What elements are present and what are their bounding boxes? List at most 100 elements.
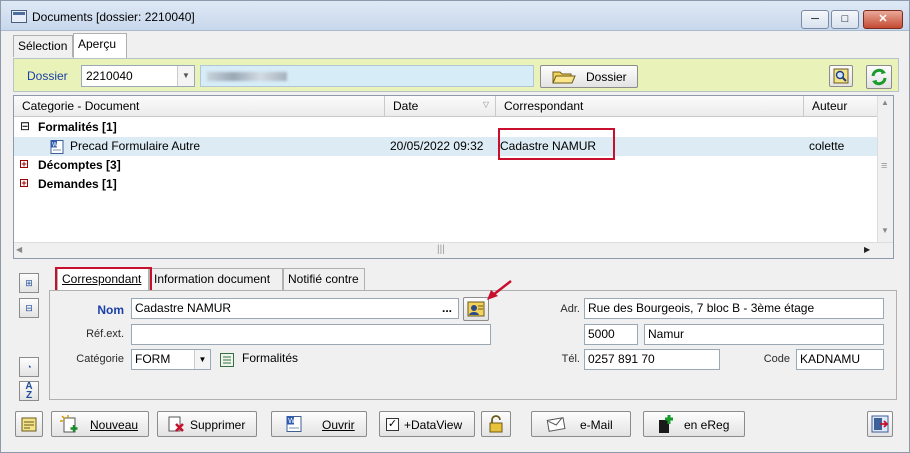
- tab-apercu[interactable]: Aperçu: [73, 33, 127, 58]
- new-document-icon: [60, 415, 78, 433]
- ereg-button[interactable]: en eReg: [643, 411, 745, 437]
- tab-selection-label: Sélection: [18, 39, 68, 53]
- nom-browse-button[interactable]: ...: [439, 299, 457, 318]
- category-grid-icon: [220, 353, 234, 367]
- tab-notifie-contre[interactable]: Notifié contre: [283, 268, 365, 290]
- postal-code-field[interactable]: 5000: [584, 324, 638, 345]
- row-date: 20/05/2022 09:32: [390, 139, 484, 153]
- dossier-bar: Dossier 2210040 ▼ Dossier: [13, 58, 899, 92]
- refresh-icon: [871, 68, 887, 86]
- col-auteur-label: Auteur: [812, 99, 848, 113]
- table-row[interactable]: W Precad Formulaire Autre 20/05/2022 09:…: [14, 137, 877, 156]
- col-categorie-document[interactable]: Categorie - Document: [14, 96, 385, 117]
- exit-button[interactable]: [867, 411, 893, 437]
- email-button[interactable]: e-Mail: [531, 411, 631, 437]
- nom-field[interactable]: Cadastre NAMUR: [131, 298, 459, 319]
- city-field[interactable]: Namur: [644, 324, 884, 345]
- group-row-demandes[interactable]: + Demandes [1]: [14, 175, 877, 194]
- nom-label: Nom: [97, 303, 124, 317]
- scroll-grip-icon[interactable]: |||: [437, 244, 445, 255]
- group-label-decomptes: Décomptes [3]: [38, 158, 121, 172]
- contact-card-icon: [467, 301, 485, 317]
- properties-button[interactable]: [15, 411, 43, 437]
- group-label-demandes: Demandes [1]: [38, 177, 117, 191]
- chevron-down-icon[interactable]: ▼: [177, 66, 194, 86]
- details-area: ⊞ ⊟ ◔ AZ Correspondant Information docum…: [13, 265, 899, 407]
- group-row-decomptes[interactable]: + Décomptes [3]: [14, 156, 877, 175]
- tab-apercu-label: Aperçu: [78, 37, 117, 51]
- refresh-button[interactable]: [866, 65, 892, 89]
- word-document-icon: W: [286, 416, 302, 432]
- dossier-number-value: 2210040: [86, 69, 133, 83]
- scroll-right-icon[interactable]: ▶: [864, 245, 870, 254]
- tab-information-document[interactable]: Information document: [149, 268, 283, 290]
- adr-label: Adr.: [560, 303, 580, 315]
- dataview-toggle[interactable]: ✓ +DataView: [379, 411, 475, 437]
- scroll-left-icon[interactable]: ◀: [16, 245, 22, 254]
- expand-all-icon[interactable]: ⊞: [19, 273, 39, 293]
- magnifier-icon: [833, 68, 849, 84]
- sort-time-icon[interactable]: ◔: [19, 357, 39, 377]
- scroll-up-icon[interactable]: ▲: [881, 98, 889, 107]
- col-date[interactable]: Date ▽: [385, 96, 496, 117]
- col-categorie-document-label: Categorie - Document: [22, 99, 140, 113]
- email-label: e-Mail: [580, 418, 613, 432]
- close-button[interactable]: ✕: [863, 10, 903, 29]
- code-label: Code: [763, 353, 790, 365]
- minimize-button[interactable]: ─: [801, 10, 829, 29]
- expand-icon[interactable]: +: [20, 160, 28, 169]
- scroll-down-icon[interactable]: ▼: [881, 226, 889, 235]
- collapse-icon[interactable]: ⊟: [20, 120, 30, 132]
- categorie-value: FORM: [135, 352, 171, 366]
- dataview-checkbox[interactable]: ✓: [386, 418, 399, 431]
- maximize-button[interactable]: □: [831, 10, 859, 29]
- sort-arrow-icon: ▽: [482, 100, 489, 109]
- ellipsis-icon: ...: [442, 301, 453, 315]
- ouvrir-button[interactable]: W Ouvrir: [271, 411, 367, 437]
- exit-icon: [871, 415, 889, 433]
- documents-window: Documents [dossier: 2210040] ─ □ ✕ Sélec…: [0, 0, 910, 453]
- dossier-button[interactable]: Dossier: [540, 65, 638, 88]
- expand-icon[interactable]: +: [20, 179, 28, 188]
- col-date-label: Date: [393, 99, 419, 113]
- correspondant-highlight: [498, 128, 615, 160]
- email-icon: [546, 417, 566, 432]
- word-document-icon: W: [50, 140, 64, 154]
- categorie-group-text: Formalités: [242, 351, 299, 365]
- svg-text:W: W: [288, 417, 295, 425]
- tab-notifie-contre-label: Notifié contre: [288, 272, 359, 286]
- categorie-label: Catégorie: [76, 353, 124, 365]
- tel-label: Tél.: [561, 353, 580, 365]
- adr-field[interactable]: Rue des Bourgeois, 7 bloc B - 3ème étage: [584, 298, 884, 319]
- col-correspondant[interactable]: Correspondant: [496, 96, 804, 117]
- supprimer-button[interactable]: Supprimer: [157, 411, 257, 437]
- window-title: Documents [dossier: 2210040]: [32, 10, 195, 24]
- vertical-scrollbar[interactable]: ▲ ≡ ▼: [877, 96, 893, 243]
- search-button[interactable]: [829, 65, 853, 87]
- supprimer-label: Supprimer: [190, 418, 246, 432]
- code-field[interactable]: KADNAMU: [796, 349, 884, 370]
- refext-label: Réf.ext.: [86, 328, 124, 340]
- lock-button[interactable]: [481, 411, 511, 437]
- group-row-formalites[interactable]: ⊟ Formalités [1]: [14, 118, 877, 137]
- col-auteur[interactable]: Auteur: [804, 96, 877, 117]
- nouveau-button[interactable]: Nouveau: [51, 411, 149, 437]
- properties-icon: [21, 417, 37, 432]
- dossier-number-combo[interactable]: 2210040 ▼: [81, 65, 195, 87]
- tab-selection[interactable]: Sélection: [13, 35, 73, 57]
- tab-information-document-label: Information document: [154, 272, 271, 286]
- categorie-select[interactable]: FORM ▼: [131, 349, 211, 370]
- horizontal-scrollbar[interactable]: ◀ ||| ▶: [14, 242, 893, 258]
- chevron-down-icon[interactable]: ▼: [194, 350, 210, 369]
- tab-correspondant-highlight: [55, 267, 152, 292]
- dossier-button-label: Dossier: [586, 69, 627, 84]
- sort-az-icon[interactable]: AZ: [19, 381, 39, 401]
- dossier-label: Dossier: [27, 69, 68, 83]
- collapse-all-icon[interactable]: ⊟: [19, 298, 39, 318]
- nouveau-label: Nouveau: [90, 418, 139, 432]
- refext-field[interactable]: [131, 324, 491, 345]
- dossier-name-field[interactable]: [200, 65, 534, 87]
- scroll-grip-icon[interactable]: ≡: [881, 160, 887, 172]
- tel-field[interactable]: 0257 891 70: [584, 349, 720, 370]
- open-folder-icon: [552, 71, 576, 84]
